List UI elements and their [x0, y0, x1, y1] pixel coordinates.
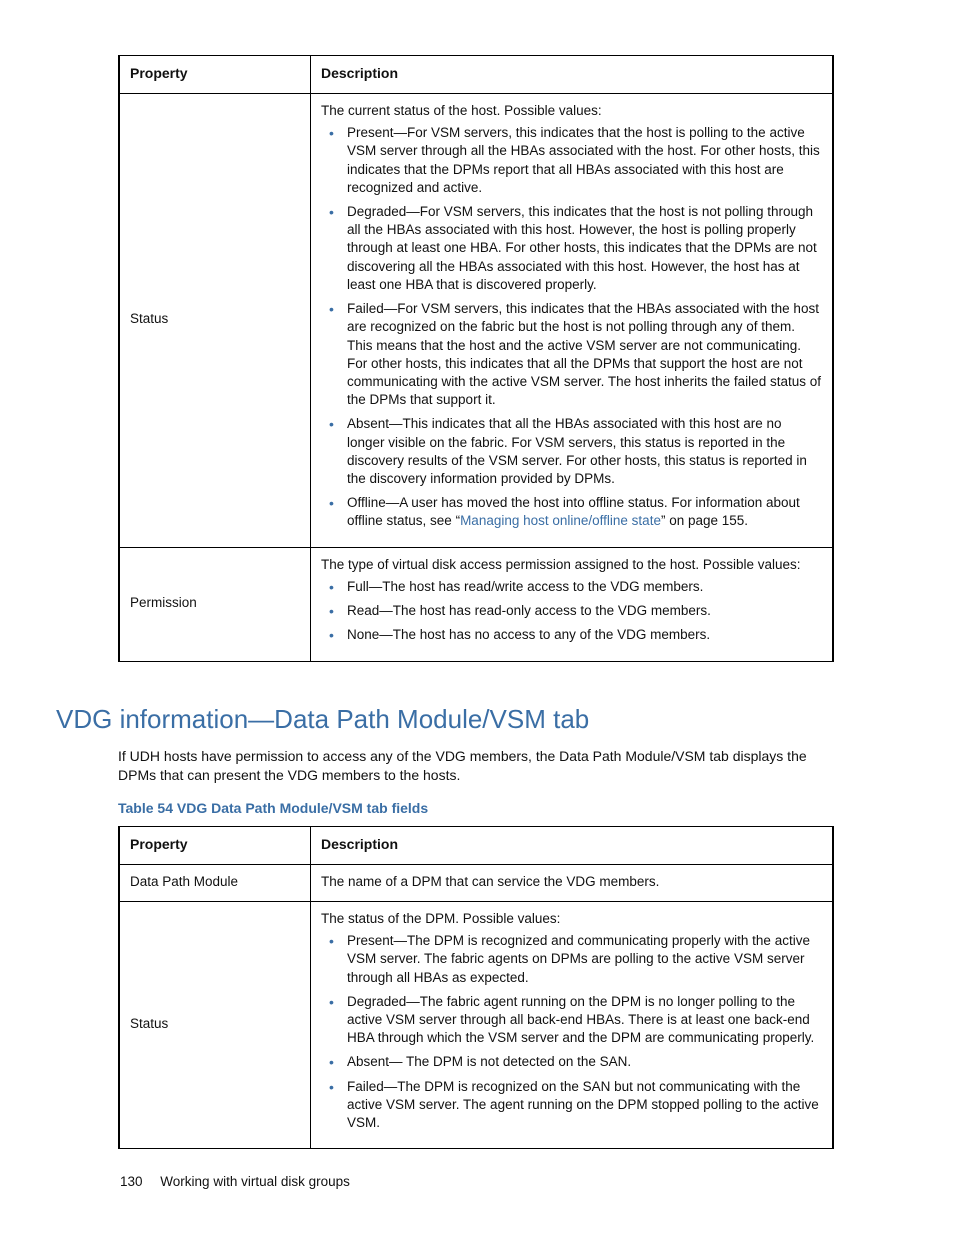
host-properties-table: Property Description Status The current …: [118, 55, 834, 662]
list-item: Failed—For VSM servers, this indicates t…: [339, 300, 822, 409]
offline-post: ” on page 155.: [661, 513, 748, 528]
chapter-title: Working with virtual disk groups: [160, 1174, 350, 1189]
property-cell: Status: [119, 93, 311, 547]
bullet-list: Present—The DPM is recognized and commun…: [321, 932, 822, 1132]
table-row: Data Path Module The name of a DPM that …: [119, 864, 833, 901]
description-cell: The current status of the host. Possible…: [311, 93, 834, 547]
list-item: Degraded—The fabric agent running on the…: [339, 993, 822, 1048]
list-item: Full—The host has read/write access to t…: [339, 578, 822, 596]
section-heading: VDG information—Data Path Module/VSM tab: [56, 704, 834, 735]
page-footer: 130 Working with virtual disk groups: [120, 1174, 350, 1189]
col-description-header: Description: [311, 826, 834, 864]
list-item: Failed—The DPM is recognized on the SAN …: [339, 1078, 822, 1133]
table-caption: Table 54 VDG Data Path Module/VSM tab fi…: [118, 800, 834, 816]
list-item: Present—For VSM servers, this indicates …: [339, 124, 822, 197]
bullet-list: Full—The host has read/write access to t…: [321, 578, 822, 645]
property-cell: Permission: [119, 547, 311, 661]
col-property-header: Property: [119, 56, 311, 94]
col-description-header: Description: [311, 56, 834, 94]
table-row: Permission The type of virtual disk acce…: [119, 547, 833, 661]
property-cell: Data Path Module: [119, 864, 311, 901]
description-cell: The type of virtual disk access permissi…: [311, 547, 834, 661]
xref-link[interactable]: Managing host online/offline state: [460, 513, 661, 528]
list-item: Read—The host has read-only access to th…: [339, 602, 822, 620]
col-property-header: Property: [119, 826, 311, 864]
list-item: Absent—This indicates that all the HBAs …: [339, 415, 822, 488]
property-cell: Status: [119, 901, 311, 1148]
list-item: Degraded—For VSM servers, this indicates…: [339, 203, 822, 294]
page-number: 130: [120, 1174, 143, 1189]
table-row: Status The status of the DPM. Possible v…: [119, 901, 833, 1148]
description-cell: The status of the DPM. Possible values: …: [311, 901, 834, 1148]
intro-text: The type of virtual disk access permissi…: [321, 556, 822, 574]
table-row: Status The current status of the host. P…: [119, 93, 833, 547]
bullet-list: Present—For VSM servers, this indicates …: [321, 124, 822, 531]
dpm-properties-table: Property Description Data Path Module Th…: [118, 826, 834, 1150]
intro-text: The current status of the host. Possible…: [321, 102, 822, 120]
description-cell: The name of a DPM that can service the V…: [311, 864, 834, 901]
list-item: None—The host has no access to any of th…: [339, 626, 822, 644]
intro-text: The status of the DPM. Possible values:: [321, 910, 822, 928]
section-body: If UDH hosts have permission to access a…: [118, 747, 834, 786]
list-item: Absent— The DPM is not detected on the S…: [339, 1053, 822, 1071]
list-item: Present—The DPM is recognized and commun…: [339, 932, 822, 987]
list-item: Offline—A user has moved the host into o…: [339, 494, 822, 530]
